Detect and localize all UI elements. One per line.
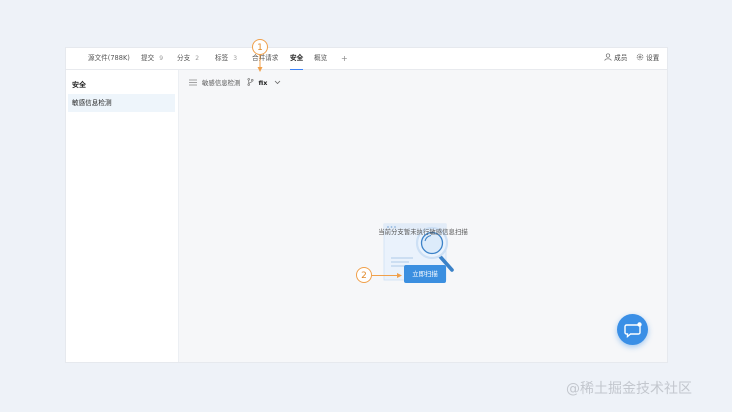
page-title: 敏感信息检测 [202,79,241,87]
tab-count: 2 [195,55,200,62]
chat-bubble-icon [624,322,642,338]
feedback-chat-button[interactable] [617,314,648,345]
tab-security[interactable]: 安全 [290,48,304,70]
main-content: 敏感信息检测 fix [179,70,667,362]
tab-overview[interactable]: 概览 [314,48,327,69]
annotation-marker-1: 1 [252,39,268,55]
settings-button[interactable]: 设置 [636,48,659,69]
user-icon [604,53,612,61]
add-tab-button[interactable]: + [341,48,348,69]
empty-state-text: 当前分支暂未执行敏感信息扫描 [378,228,468,236]
gear-icon [636,53,644,61]
branch-icon [247,78,254,86]
sidebar-item-sensitive-info[interactable]: 敏感信息检测 [68,94,175,112]
breadcrumb: 敏感信息检测 fix [189,77,281,89]
tab-label: 标签 [215,54,229,62]
tab-commits[interactable]: 提交 9 [141,48,163,69]
annotation-marker-2: 2 [356,267,372,283]
branch-selector[interactable]: fix [247,78,281,87]
tab-label: 提交 [141,54,155,62]
watermark-text: @稀土掘金技术社区 [566,381,692,397]
tab-label: 分支 [177,54,191,62]
members-label: 成员 [614,54,628,62]
sidebar-title: 安全 [72,81,86,89]
members-button[interactable]: 成员 [604,48,627,69]
tab-label: 概览 [314,54,328,62]
repo-tab-bar: 源文件(788K) 提交 9 分支 2 标签 3 合并请求 安全 概览 + 成员 设置 [66,48,667,70]
menu-icon[interactable] [189,79,197,86]
tab-source-files[interactable]: 源文件(788K) [88,48,130,69]
tab-count: 9 [159,55,164,62]
tab-label: 安全 [290,54,304,62]
annotation-arrow-2 [372,273,402,278]
settings-label: 设置 [646,54,660,62]
tab-branches[interactable]: 分支 2 [177,48,199,69]
repo-window: 源文件(788K) 提交 9 分支 2 标签 3 合并请求 安全 概览 + 成员 设置… [66,48,667,362]
scan-now-button[interactable]: 立即扫描 [404,265,446,283]
chevron-down-icon [275,80,281,84]
annotation-arrow-1 [257,55,263,72]
branch-name: fix [258,79,268,87]
security-sidebar: 安全 敏感信息检测 [66,70,179,362]
tab-count: 3 [233,55,238,62]
tab-tags[interactable]: 标签 3 [215,48,237,69]
tab-label: 源文件(788K) [88,54,130,62]
